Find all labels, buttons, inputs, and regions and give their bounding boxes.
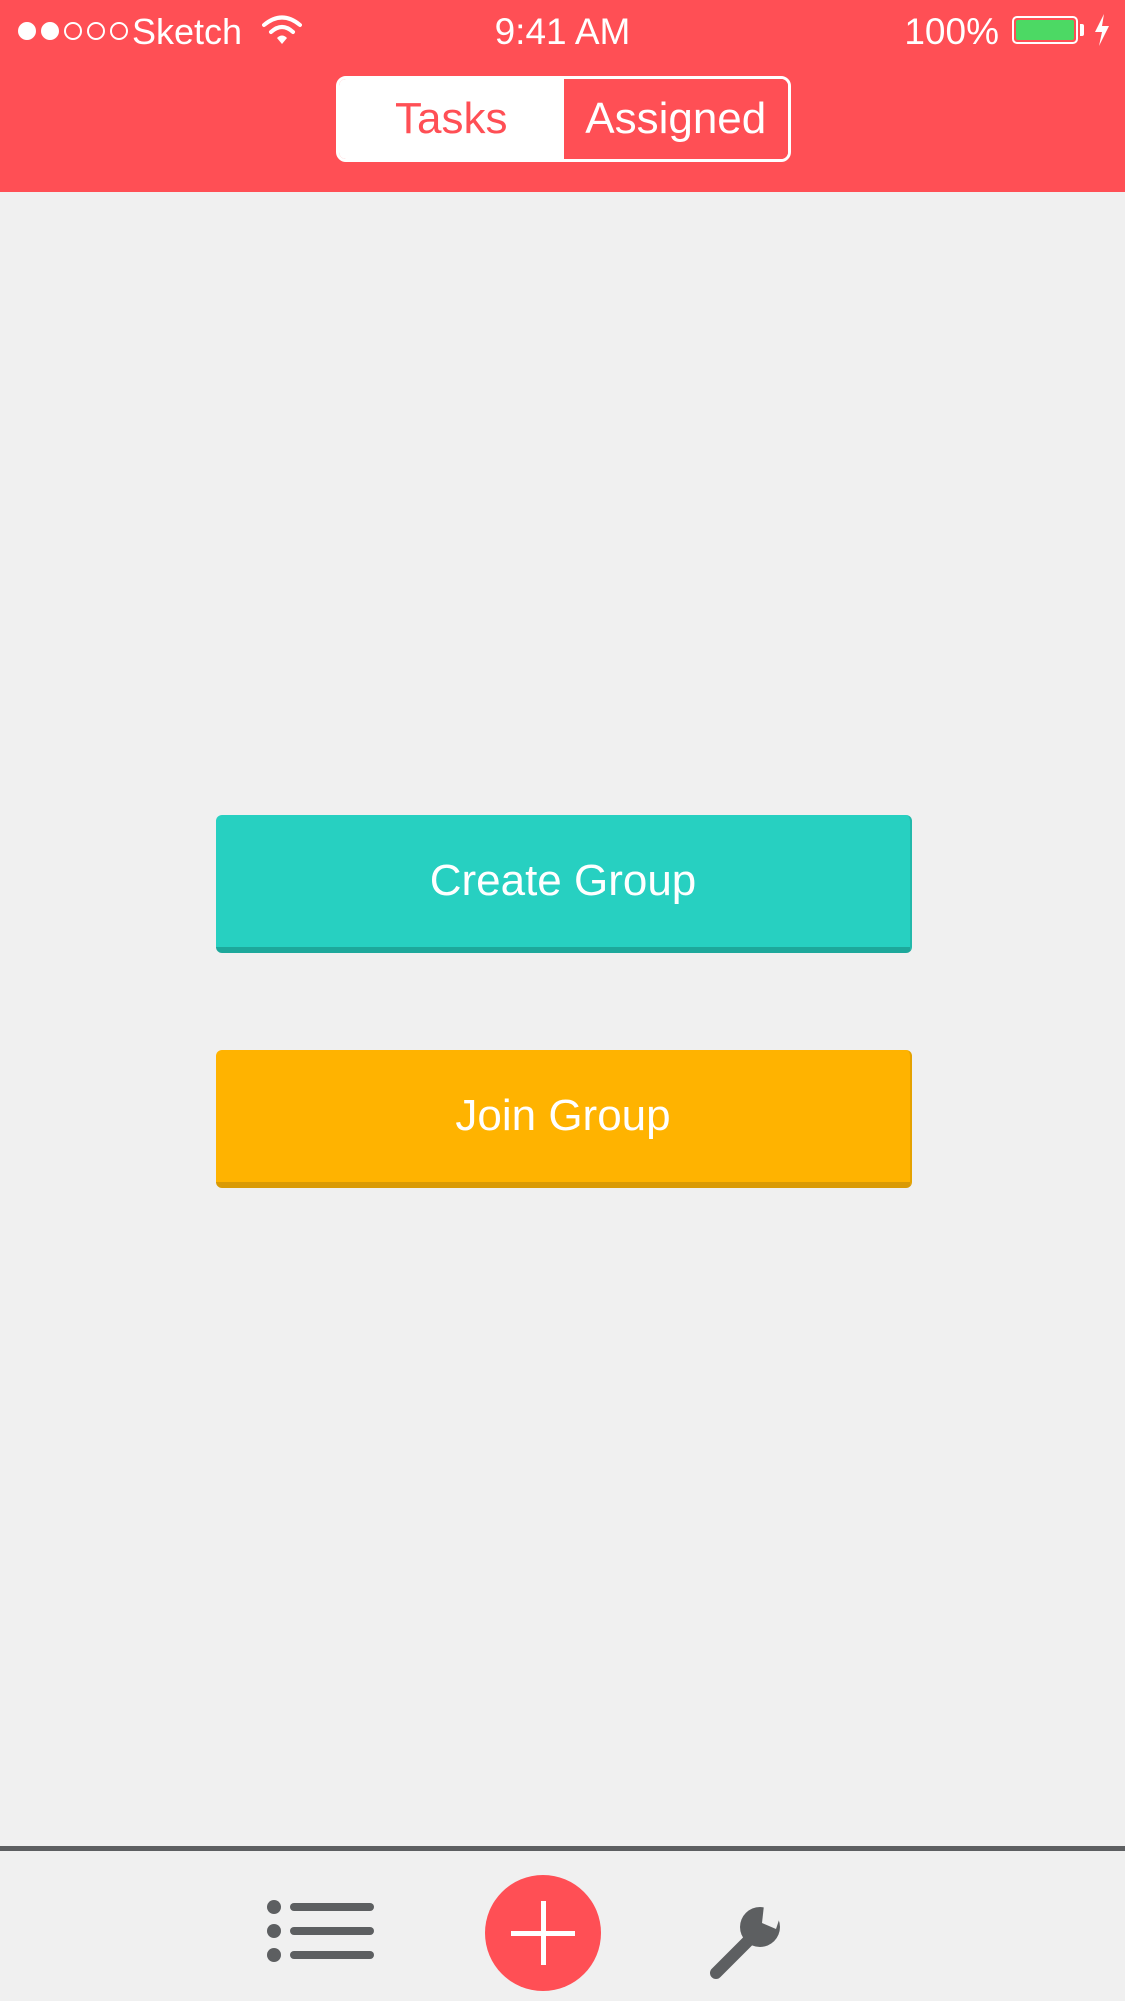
add-task-button[interactable] xyxy=(485,1875,601,1991)
app-header: Sketch 9:41 AM 100% Tasks Assigned xyxy=(0,0,1125,192)
bottom-tab-bar xyxy=(0,1846,1125,2001)
battery-fill xyxy=(1016,20,1074,40)
battery-cap xyxy=(1080,24,1084,36)
battery-icon xyxy=(1012,16,1078,44)
tasks-assigned-segmented-control: Tasks Assigned xyxy=(336,76,791,162)
status-bar: Sketch 9:41 AM 100% xyxy=(0,0,1125,66)
list-icon[interactable] xyxy=(262,1895,376,1975)
battery-percentage: 100% xyxy=(904,11,999,52)
wrench-icon[interactable] xyxy=(706,1901,786,1981)
create-group-button[interactable]: Create Group xyxy=(216,815,912,953)
tab-tasks[interactable]: Tasks xyxy=(339,79,564,159)
plus-icon xyxy=(511,1901,575,1965)
charging-bolt-icon xyxy=(1095,14,1109,46)
join-group-button[interactable]: Join Group xyxy=(216,1050,912,1188)
tab-assigned[interactable]: Assigned xyxy=(563,79,788,159)
